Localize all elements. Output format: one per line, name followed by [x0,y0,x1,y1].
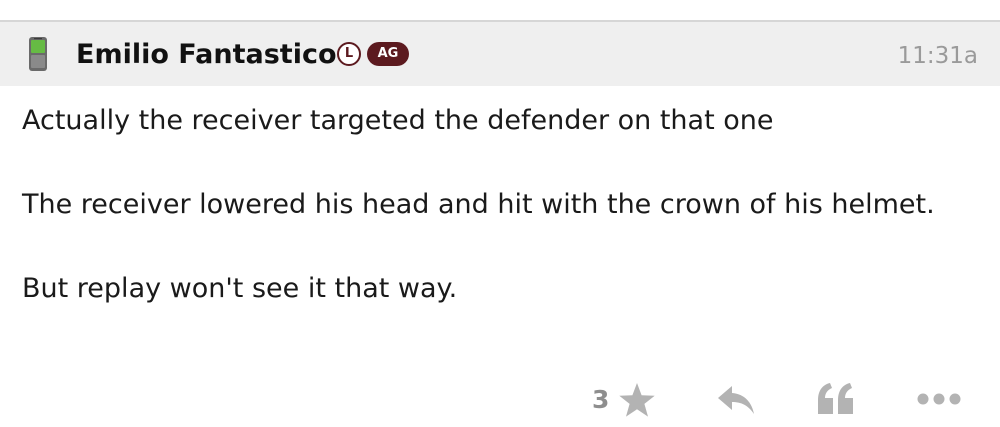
post-paragraph: Actually the receiver targeted the defen… [22,105,774,136]
star-icon[interactable] [618,382,656,418]
reply-icon[interactable] [716,384,756,416]
post-paragraph: But replay won't see it that way. [22,273,458,304]
post-header: Emilio Fantastico L AG 11:31a [0,22,1000,86]
badge-l: L [337,42,361,66]
post-timestamp[interactable]: 11:31a [898,42,978,70]
mobile-device-icon [29,37,47,71]
badge-ag: AG [367,42,409,66]
post-paragraph: The receiver lowered his head and hit wi… [22,189,935,220]
quote-icon[interactable] [816,382,856,416]
post-action-bar: 3 [0,376,1000,424]
author-name[interactable]: Emilio Fantastico [76,38,337,72]
more-icon[interactable] [916,392,962,406]
post-body: Actually the receiver targeted the defen… [22,100,952,310]
like-count: 3 [592,385,610,414]
